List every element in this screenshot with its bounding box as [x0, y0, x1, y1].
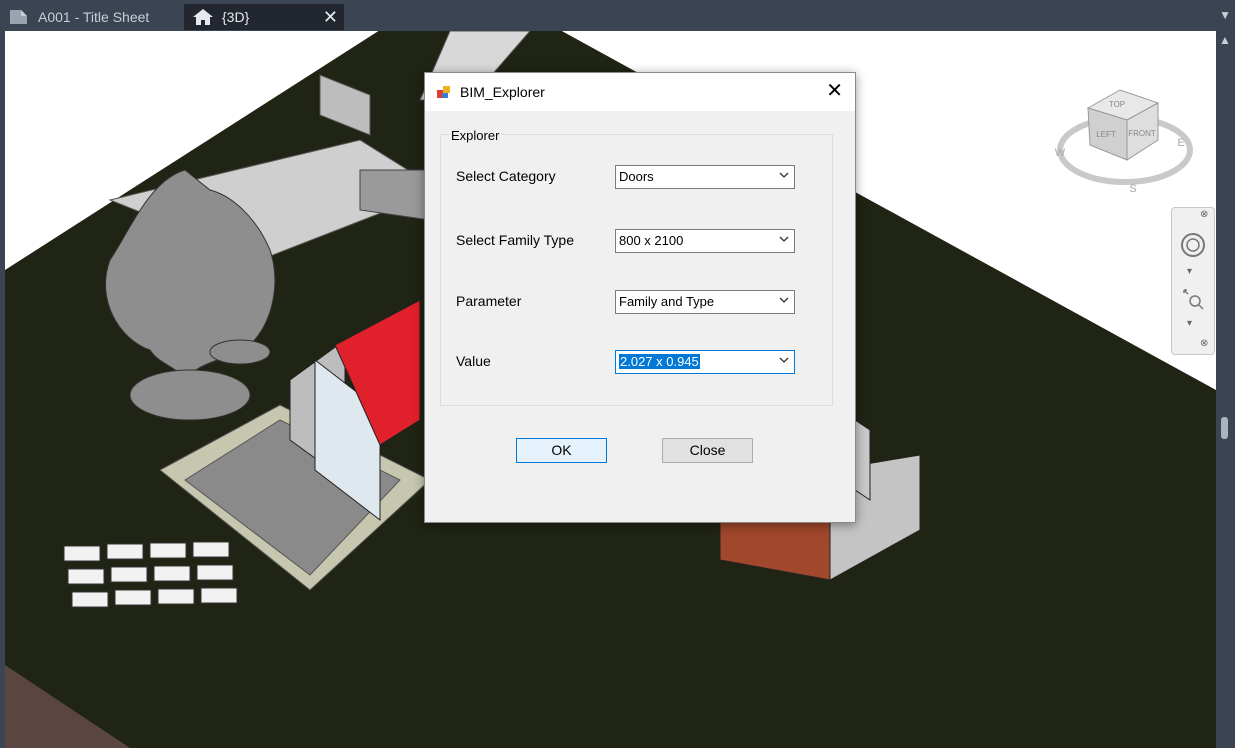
value-dropdown[interactable]: 2.027 x 0.945	[615, 350, 795, 374]
app-icon	[437, 86, 450, 98]
close-button[interactable]: Close	[662, 438, 753, 463]
viewcube-front-label: FRONT	[1128, 129, 1156, 138]
tab-3d[interactable]: {3D} ✕	[184, 4, 344, 30]
scroll-thumb[interactable]	[1221, 417, 1228, 439]
close-navbar-icon[interactable]: ⊗	[1200, 209, 1208, 220]
chevron-down-icon	[779, 357, 789, 363]
value-selected-text: 2.027 x 0.945	[619, 354, 700, 369]
tree-shadow	[209, 339, 271, 365]
chevron-down-icon[interactable]: ▾	[1187, 318, 1192, 329]
parameter-value: Family and Type	[619, 294, 715, 309]
chevron-down-icon[interactable]: ▾	[1187, 266, 1192, 277]
tab-label: {3D}	[222, 9, 250, 25]
family-type-dropdown[interactable]: 800 x 2100	[615, 229, 795, 253]
viewcube-top-label: TOP	[1109, 100, 1125, 109]
compass-south-label: S	[1129, 183, 1136, 195]
view-tab-bar: A001 - Title Sheet {3D} ✕ ▼	[0, 0, 1235, 31]
vertical-scrollbar[interactable]: ▲	[1216, 31, 1235, 748]
dialog-title: BIM_Explorer	[460, 84, 545, 100]
sheet-icon	[10, 10, 27, 24]
home-3d-icon	[193, 9, 213, 25]
viewcube-left-label: LEFT	[1096, 130, 1116, 139]
dialog-titlebar[interactable]: BIM_Explorer ✕	[425, 73, 855, 111]
bim-explorer-dialog: BIM_Explorer ✕ Explorer Select Category …	[424, 72, 856, 523]
navbar-options-icon[interactable]: ⊗	[1200, 338, 1208, 349]
chevron-down-icon	[779, 172, 789, 178]
compass-east-label: E	[1177, 137, 1184, 149]
select-category-label: Select Category	[456, 168, 556, 184]
close-icon[interactable]: ✕	[826, 81, 843, 101]
family-type-value: 800 x 2100	[619, 233, 684, 248]
cabin-post	[854, 419, 871, 501]
explorer-group-label: Explorer	[449, 128, 502, 143]
chevron-down-icon	[779, 236, 789, 242]
tab-list-menu-icon[interactable]: ▼	[1219, 8, 1231, 22]
parameter-dropdown[interactable]: Family and Type	[615, 290, 795, 314]
tree-shadow	[129, 369, 251, 421]
tab-title-sheet[interactable]: A001 - Title Sheet	[0, 4, 180, 30]
value-label: Value	[456, 353, 491, 369]
category-dropdown[interactable]: Doors	[615, 165, 795, 189]
tab-label: A001 - Title Sheet	[38, 9, 150, 25]
viewcube[interactable]: TOP LEFT FRONT W E S	[1055, 89, 1193, 195]
navigation-bar: ⊗ ▾ ▾ ⊗	[1171, 207, 1215, 355]
steering-wheel-icon[interactable]	[1180, 232, 1206, 258]
chevron-down-icon	[779, 297, 789, 303]
category-value: Doors	[619, 169, 654, 184]
select-family-type-label: Select Family Type	[456, 232, 575, 248]
zoom-icon[interactable]	[1182, 288, 1204, 310]
close-tab-icon[interactable]: ✕	[323, 7, 338, 27]
compass-west-label: W	[1055, 147, 1066, 159]
scroll-up-icon[interactable]: ▲	[1219, 33, 1231, 47]
ok-button[interactable]: OK	[516, 438, 607, 463]
parameter-label: Parameter	[456, 293, 522, 309]
